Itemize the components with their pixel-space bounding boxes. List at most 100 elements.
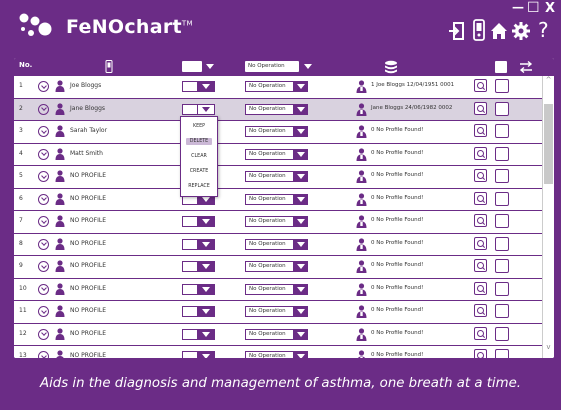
help-icon[interactable]: ? bbox=[538, 18, 549, 42]
maximize-button[interactable]: ☐ bbox=[527, 0, 540, 16]
operation-dropdown-button[interactable] bbox=[293, 351, 308, 358]
expand-chevron-icon[interactable] bbox=[38, 193, 49, 205]
table-row[interactable]: 4 Matt Smith No Operation 0 No Profile F… bbox=[14, 143, 542, 166]
row-action-dropdown-button[interactable] bbox=[197, 306, 215, 317]
row-checkbox[interactable] bbox=[495, 79, 509, 93]
row-checkbox[interactable] bbox=[495, 259, 509, 273]
operation-dropdown-button[interactable] bbox=[293, 103, 308, 115]
expand-chevron-icon[interactable] bbox=[38, 126, 49, 137]
expand-chevron-icon[interactable] bbox=[38, 81, 49, 92]
row-checkbox[interactable] bbox=[495, 349, 509, 358]
table-row[interactable]: 5 NO PROFILE No Operation 0 No Profile F… bbox=[14, 166, 542, 189]
bulk-operation-arrow-icon[interactable] bbox=[304, 64, 312, 69]
row-action-dropdown-button[interactable] bbox=[197, 238, 215, 250]
row-checkbox[interactable] bbox=[495, 191, 509, 206]
table-row[interactable]: 6 NO PROFILE No Operation 0 No Profile F… bbox=[14, 188, 542, 211]
operation-dropdown-button[interactable] bbox=[293, 81, 308, 92]
search-profile-button[interactable] bbox=[474, 281, 487, 295]
operation-dropdown-button[interactable] bbox=[293, 193, 308, 205]
select-all-checkbox[interactable] bbox=[495, 61, 507, 73]
table-row[interactable]: 9 NO PROFILE No Operation 0 No Profile F… bbox=[14, 256, 542, 279]
row-checkbox[interactable] bbox=[495, 124, 509, 138]
table-row[interactable]: 3 Sarah Taylor No Operation 0 No Profile… bbox=[14, 121, 542, 144]
close-button[interactable]: X bbox=[545, 1, 555, 16]
row-action-dropdown-button[interactable] bbox=[197, 351, 215, 358]
row-number: 6 bbox=[19, 194, 23, 202]
expand-chevron-icon[interactable] bbox=[38, 306, 49, 317]
search-profile-button[interactable] bbox=[474, 349, 487, 358]
search-profile-button[interactable] bbox=[474, 124, 487, 137]
expand-chevron-icon[interactable] bbox=[38, 103, 49, 115]
search-profile-button[interactable] bbox=[474, 169, 487, 182]
scroll-down-icon[interactable]: v bbox=[545, 344, 552, 351]
expand-chevron-icon[interactable] bbox=[38, 216, 49, 227]
bulk-select-arrow-icon[interactable] bbox=[206, 64, 214, 69]
expand-chevron-icon[interactable] bbox=[38, 261, 49, 272]
table-row[interactable]: 2 Jane Bloggs No Operation Jane Bloggs 2… bbox=[14, 98, 542, 121]
search-profile-button[interactable] bbox=[474, 101, 487, 115]
row-checkbox[interactable] bbox=[495, 236, 509, 251]
table-row[interactable]: 12 NO PROFILE No Operation 0 No Profile … bbox=[14, 323, 542, 346]
dropdown-option-create[interactable]: CREATE bbox=[181, 164, 217, 179]
expand-chevron-icon[interactable] bbox=[38, 283, 49, 295]
search-profile-button[interactable] bbox=[474, 304, 487, 317]
operation-dropdown-button[interactable] bbox=[293, 148, 308, 160]
row-checkbox[interactable] bbox=[495, 169, 509, 183]
row-action-dropdown[interactable]: KEEP DELETE CLEAR CREATE REPLACE bbox=[180, 116, 218, 197]
search-profile-button[interactable] bbox=[474, 146, 487, 160]
expand-chevron-icon[interactable] bbox=[38, 148, 49, 160]
row-checkbox[interactable] bbox=[495, 281, 509, 296]
operation-dropdown-button[interactable] bbox=[293, 238, 308, 250]
row-action-dropdown-button[interactable] bbox=[197, 81, 215, 92]
vertical-scrollbar[interactable]: ^ v bbox=[542, 76, 554, 358]
table-row[interactable]: 7 NO PROFILE No Operation 0 No Profile F… bbox=[14, 211, 542, 234]
operation-dropdown-button[interactable] bbox=[293, 216, 308, 227]
search-profile-button[interactable] bbox=[474, 214, 487, 227]
operation-dropdown-button[interactable] bbox=[293, 328, 308, 340]
dropdown-option-delete[interactable]: DELETE bbox=[181, 134, 217, 149]
row-action-dropdown-button[interactable] bbox=[197, 283, 215, 295]
bulk-select-box[interactable] bbox=[182, 61, 202, 72]
scroll-up-icon[interactable]: ^ bbox=[545, 77, 552, 84]
table-row[interactable]: 13 NO PROFILE No Operation 0 No Profile … bbox=[14, 346, 542, 358]
logo-text: FeNOchart bbox=[66, 16, 182, 38]
table-row[interactable]: 8 NO PROFILE No Operation 0 No Profile F… bbox=[14, 233, 542, 256]
swap-icon[interactable] bbox=[519, 61, 533, 73]
search-profile-button[interactable] bbox=[474, 191, 487, 205]
search-profile-button[interactable] bbox=[474, 79, 487, 92]
row-checkbox[interactable] bbox=[495, 214, 509, 228]
table-row[interactable]: 10 NO PROFILE No Operation 0 No Profile … bbox=[14, 278, 542, 301]
scrollbar-thumb[interactable] bbox=[544, 104, 553, 184]
search-profile-button[interactable] bbox=[474, 326, 487, 340]
logout-icon[interactable] bbox=[448, 22, 464, 40]
home-icon[interactable] bbox=[490, 22, 508, 40]
dropdown-option-clear[interactable]: CLEAR bbox=[181, 149, 217, 164]
row-checkbox[interactable] bbox=[495, 146, 509, 161]
expand-chevron-icon[interactable] bbox=[38, 328, 49, 340]
table-row[interactable]: 1 Joe Bloggs No Operation 1 Joe Bloggs 1… bbox=[14, 76, 542, 99]
operation-dropdown-button[interactable] bbox=[293, 283, 308, 295]
row-action-dropdown-button[interactable] bbox=[197, 216, 215, 227]
search-profile-button[interactable] bbox=[474, 259, 487, 272]
dropdown-option-keep[interactable]: KEEP bbox=[181, 119, 217, 134]
gear-icon[interactable] bbox=[512, 22, 530, 40]
row-action-dropdown-button[interactable] bbox=[197, 103, 215, 115]
dropdown-option-replace[interactable]: REPLACE bbox=[181, 179, 217, 194]
operation-dropdown-button[interactable] bbox=[293, 306, 308, 317]
row-checkbox[interactable] bbox=[495, 326, 509, 341]
expand-chevron-icon[interactable] bbox=[38, 238, 49, 250]
row-checkbox[interactable] bbox=[495, 101, 509, 116]
expand-chevron-icon[interactable] bbox=[38, 171, 49, 182]
device-icon[interactable] bbox=[472, 19, 486, 41]
table-row[interactable]: 11 NO PROFILE No Operation 0 No Profile … bbox=[14, 301, 542, 324]
operation-dropdown-button[interactable] bbox=[293, 126, 308, 137]
operation-dropdown-button[interactable] bbox=[293, 261, 308, 272]
operation-dropdown-button[interactable] bbox=[293, 171, 308, 182]
bulk-operation-select[interactable]: No Operation bbox=[245, 61, 299, 72]
row-action-dropdown-button[interactable] bbox=[197, 261, 215, 272]
expand-chevron-icon[interactable] bbox=[38, 351, 49, 358]
minimize-button[interactable]: — bbox=[512, 0, 524, 14]
row-action-dropdown-button[interactable] bbox=[197, 328, 215, 340]
row-checkbox[interactable] bbox=[495, 304, 509, 318]
search-profile-button[interactable] bbox=[474, 236, 487, 250]
